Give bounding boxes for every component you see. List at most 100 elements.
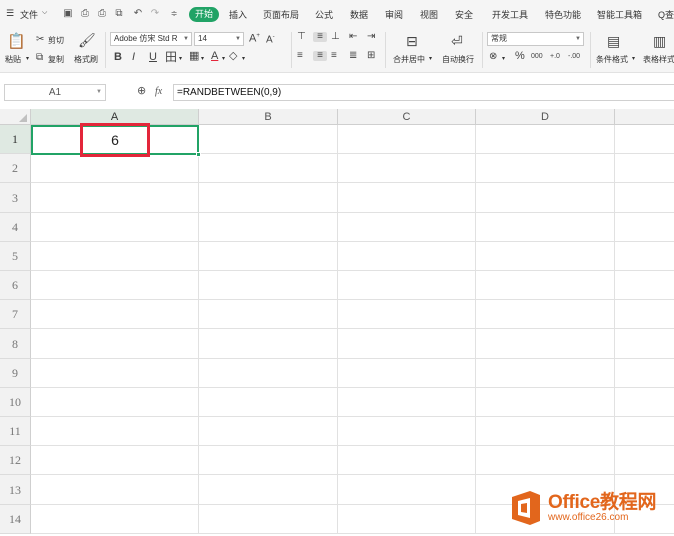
file-menu[interactable]: 文件 (20, 8, 38, 21)
tab-developer[interactable]: 开发工具 (492, 8, 528, 21)
row-header-6[interactable]: 6 (0, 271, 31, 300)
currency-chevron-icon[interactable]: ▾ (502, 55, 505, 62)
row-header-5[interactable]: 5 (0, 242, 31, 271)
percent-button[interactable]: % (515, 51, 525, 62)
cell-e10[interactable] (615, 388, 674, 417)
tab-page-layout[interactable]: 页面布局 (263, 8, 299, 21)
font-size-select[interactable]: 14 ▼ (194, 32, 244, 46)
cell-c11[interactable] (338, 417, 476, 446)
increase-decimal-button[interactable]: +.0 (550, 53, 560, 60)
cell-e3[interactable] (615, 183, 674, 213)
decrease-font-size-icon[interactable]: A- (266, 34, 275, 45)
cell-b4[interactable] (199, 213, 338, 242)
copy-icon[interactable]: ⧉ (36, 53, 43, 63)
tab-view[interactable]: 视图 (420, 8, 438, 21)
print-icon[interactable]: ⎙ (97, 9, 107, 19)
align-center-icon[interactable]: ≡ (313, 51, 327, 61)
cell-b11[interactable] (199, 417, 338, 446)
cell-e6[interactable] (615, 271, 674, 300)
format-painter-icon[interactable]: 🖌 (78, 33, 96, 47)
tab-review[interactable]: 审阅 (385, 8, 403, 21)
cell-d8[interactable] (476, 329, 615, 359)
tab-special-features[interactable]: 特色功能 (545, 8, 581, 21)
font-name-select[interactable]: Adobe 仿宋 Std R ▼ (110, 32, 192, 46)
cell-a4[interactable] (31, 213, 199, 242)
cell-b13[interactable] (199, 475, 338, 505)
fill-color-chevron-icon[interactable]: ▾ (201, 55, 204, 62)
export-icon[interactable]: ⧉ (114, 9, 124, 19)
cell-a5[interactable] (31, 242, 199, 271)
name-box-chevron-icon[interactable]: ▼ (96, 85, 102, 100)
align-right-icon[interactable]: ≡ (331, 51, 337, 61)
fill-handle[interactable] (196, 152, 201, 157)
clear-format-icon[interactable]: ◇ (229, 51, 237, 62)
cell-e11[interactable] (615, 417, 674, 446)
cut-icon[interactable]: ✂ (36, 35, 44, 45)
redo-icon[interactable]: ↷ (150, 9, 160, 19)
tab-data[interactable]: 数据 (350, 8, 368, 21)
decrease-decimal-button[interactable]: -.00 (568, 53, 580, 60)
row-header-12[interactable]: 12 (0, 446, 31, 475)
merge-center-chevron-icon[interactable]: ▾ (429, 55, 432, 62)
align-top-icon[interactable]: ⊤ (297, 32, 306, 42)
row-header-10[interactable]: 10 (0, 388, 31, 417)
format-painter-button[interactable]: 格式刷 (74, 54, 98, 65)
borders-chevron-icon[interactable]: ▾ (179, 55, 182, 62)
row-header-4[interactable]: 4 (0, 213, 31, 242)
cell-a9[interactable] (31, 359, 199, 388)
cell-c10[interactable] (338, 388, 476, 417)
cell-a8[interactable] (31, 329, 199, 359)
cell-b14[interactable] (199, 505, 338, 534)
cell-c4[interactable] (338, 213, 476, 242)
indent-decrease-icon[interactable]: ⇤ (349, 32, 357, 42)
underline-button[interactable]: U (149, 52, 157, 63)
cell-b1[interactable] (199, 125, 338, 154)
bold-button[interactable]: B (114, 52, 122, 63)
cell-d11[interactable] (476, 417, 615, 446)
paste-icon[interactable]: 📋 (7, 34, 26, 49)
row-header-8[interactable]: 8 (0, 329, 31, 359)
table-style-icon[interactable]: ▥ (653, 34, 666, 48)
cell-d1[interactable] (476, 125, 615, 154)
row-header-3[interactable]: 3 (0, 183, 31, 213)
tab-formulas[interactable]: 公式 (315, 8, 333, 21)
merge-center-icon[interactable]: ⊟ (406, 34, 418, 48)
cell-c7[interactable] (338, 300, 476, 329)
font-color-icon[interactable]: A (211, 51, 218, 62)
conditional-format-button[interactable]: 条件格式 (596, 54, 628, 65)
tab-insert[interactable]: 插入 (229, 8, 247, 21)
cell-e2[interactable] (615, 154, 674, 183)
tab-home[interactable]: 开始 (189, 7, 219, 22)
cell-b12[interactable] (199, 446, 338, 475)
select-all-corner[interactable] (0, 109, 31, 125)
cell-a6[interactable] (31, 271, 199, 300)
align-middle-icon[interactable]: ≡ (313, 32, 327, 42)
cell-a3[interactable] (31, 183, 199, 213)
cell-c6[interactable] (338, 271, 476, 300)
cell-c2[interactable] (338, 154, 476, 183)
row-header-14[interactable]: 14 (0, 505, 31, 534)
conditional-format-icon[interactable]: ▤ (607, 34, 620, 48)
cell-a11[interactable] (31, 417, 199, 446)
cell-a7[interactable] (31, 300, 199, 329)
save-icon[interactable]: ▣ (63, 9, 73, 19)
cell-e1[interactable] (615, 125, 674, 154)
cell-c14[interactable] (338, 505, 476, 534)
cell-b2[interactable] (199, 154, 338, 183)
cell-d10[interactable] (476, 388, 615, 417)
merge-center-button[interactable]: 合并居中 (393, 54, 425, 65)
italic-button[interactable]: I (132, 52, 135, 63)
column-header-b[interactable]: B (199, 109, 338, 125)
cell-d2[interactable] (476, 154, 615, 183)
tab-smart-toolbox[interactable]: 智能工具箱 (597, 8, 642, 21)
cell-e8[interactable] (615, 329, 674, 359)
currency-icon[interactable]: ⊗ (489, 52, 497, 62)
row-header-2[interactable]: 2 (0, 154, 31, 183)
cell-c3[interactable] (338, 183, 476, 213)
cell-d12[interactable] (476, 446, 615, 475)
cell-d4[interactable] (476, 213, 615, 242)
cell-b6[interactable] (199, 271, 338, 300)
justify-icon[interactable]: ≣ (349, 51, 357, 61)
row-header-11[interactable]: 11 (0, 417, 31, 446)
search-button[interactable]: Q查 (658, 8, 674, 21)
